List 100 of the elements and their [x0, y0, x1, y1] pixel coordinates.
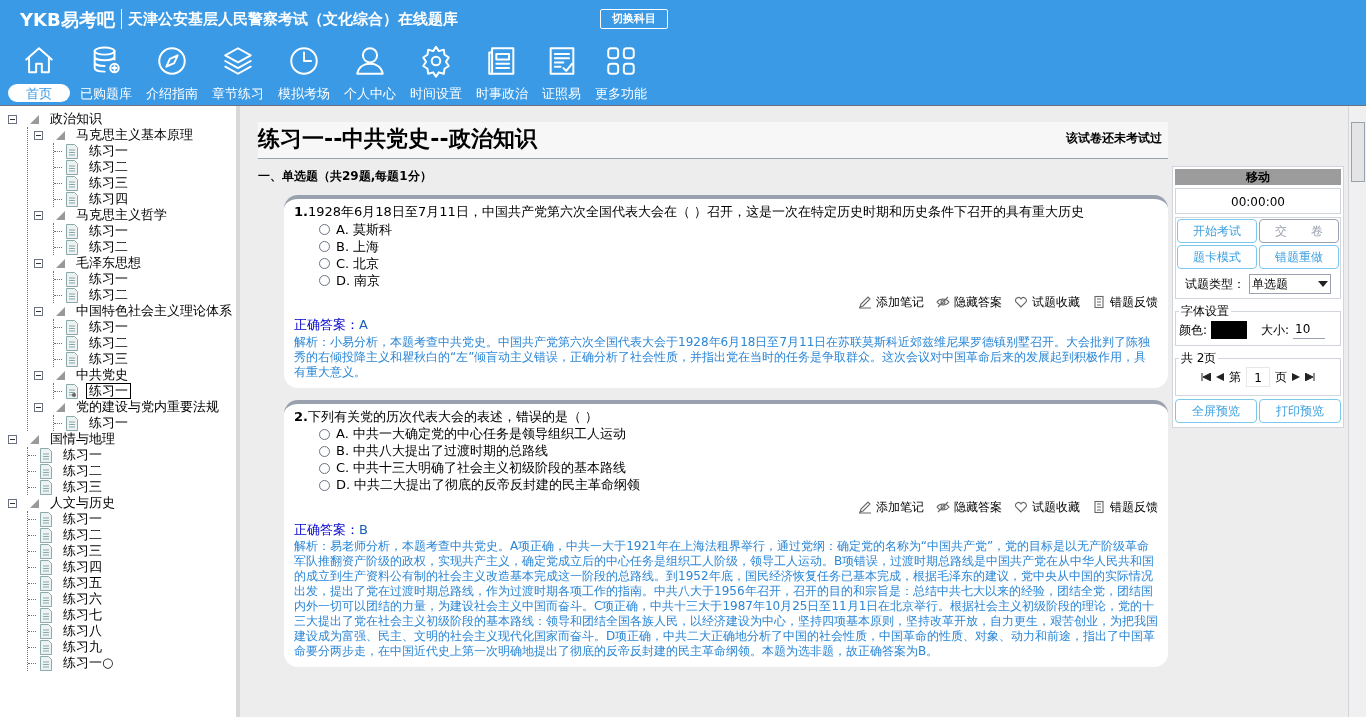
tree-item[interactable]: 练习一 [86, 223, 131, 239]
last-page-icon[interactable] [1305, 373, 1315, 381]
tree-item[interactable]: 练习二 [86, 239, 131, 255]
collapse-icon[interactable] [34, 258, 43, 268]
user-icon [353, 44, 387, 78]
tree-item[interactable]: 练习三 [60, 543, 105, 559]
report-icon [1092, 295, 1106, 309]
tool-link[interactable]: 错题反馈 [1092, 497, 1158, 516]
collapse-icon[interactable] [34, 370, 43, 380]
tree-item[interactable]: 人文与历史 [48, 493, 117, 513]
tree-item[interactable]: 毛泽东思想 [74, 253, 143, 273]
tool-link[interactable]: 试题收藏 [1014, 497, 1080, 516]
option-text[interactable]: B. 中共八大提出了过渡时期的总路线 [336, 441, 549, 461]
tree-item[interactable]: 党的建设与党内重要法规 [74, 397, 221, 417]
logo: YKB易考吧 [20, 7, 115, 32]
report-icon [1092, 499, 1106, 514]
collapse-icon[interactable] [34, 130, 43, 140]
type-select[interactable]: 单选题 [1249, 274, 1331, 294]
tree-item[interactable]: 练习一 [60, 511, 105, 527]
tree-item[interactable]: 练习一 [86, 271, 131, 287]
document-icon [66, 383, 78, 399]
heart-icon [1014, 499, 1028, 514]
tool-link[interactable]: 添加笔记 [858, 497, 924, 516]
tree-item[interactable]: 练习一○ [60, 655, 117, 671]
document-icon [40, 639, 52, 655]
tree-item[interactable]: 练习二 [86, 335, 131, 351]
tree-item[interactable]: 中国特色社会主义理论体系 [74, 301, 234, 321]
tree-item[interactable]: 中共党史 [74, 365, 130, 385]
radio-button[interactable] [319, 445, 330, 457]
tree-item[interactable]: 练习六 [60, 591, 105, 607]
document-icon [66, 271, 78, 287]
document-icon [66, 415, 78, 431]
radio-button[interactable] [319, 428, 330, 440]
folder-triangle-icon [55, 305, 66, 317]
document-icon [40, 575, 52, 591]
group-legend: 字体设置 [1179, 302, 1231, 320]
tree-item[interactable]: 练习二 [86, 287, 131, 303]
collapse-icon[interactable] [34, 306, 43, 316]
tool-link[interactable]: 添加笔记 [858, 293, 924, 311]
group-legend: 共 2页 [1179, 349, 1219, 367]
folder-triangle-icon [55, 401, 66, 413]
collapse-icon[interactable] [8, 114, 17, 124]
timer: 00:00:00 [1175, 188, 1341, 214]
previous-page-icon[interactable] [1216, 373, 1224, 381]
option-text[interactable]: A. 中共一大确定党的中心任务是领导组织工人运动 [336, 424, 626, 444]
folder-triangle-icon [29, 113, 40, 125]
document-icon [40, 655, 52, 671]
document-icon [66, 143, 78, 159]
tree-item[interactable]: 练习一 [86, 383, 131, 399]
type-label: 试题类型： [1185, 276, 1245, 293]
size-field[interactable]: 10 [1293, 320, 1326, 339]
tree-item[interactable]: 练习八 [60, 623, 105, 639]
eye-icon [936, 295, 950, 309]
radio-button[interactable] [319, 241, 330, 252]
tree-item[interactable]: 练习一 [86, 319, 131, 335]
document-icon [66, 175, 78, 191]
document-icon [40, 559, 52, 575]
tree-item[interactable]: 练习二 [60, 527, 105, 543]
move-bar[interactable]: 移动 [1175, 169, 1341, 185]
tool-link[interactable]: 隐藏答案 [936, 497, 1002, 516]
document-icon [40, 463, 52, 479]
radio-button[interactable] [319, 462, 330, 474]
tree-item[interactable]: 练习三 [86, 351, 131, 367]
tree-item[interactable]: 练习一 [86, 415, 131, 431]
next-page-icon[interactable] [1292, 373, 1300, 381]
tool-link[interactable]: 试题收藏 [1014, 293, 1080, 311]
question-text: 2.下列有关党的历次代表大会的表述，错误的是（ ） [294, 407, 600, 426]
radio-button[interactable] [319, 258, 330, 269]
page-field[interactable]: 1 [1246, 367, 1270, 387]
tool-link[interactable]: 错题反馈 [1092, 293, 1158, 311]
tree-item[interactable]: 练习三 [86, 175, 131, 191]
collapse-icon[interactable] [8, 498, 17, 508]
option-text[interactable]: D. 中共二大提出了彻底的反帝反封建的民主革命纲领 [336, 475, 641, 495]
tree-item[interactable]: 练习四 [86, 191, 131, 207]
scrollbar[interactable] [1348, 106, 1366, 717]
tree-item[interactable]: 练习九 [60, 639, 105, 655]
color-swatch[interactable] [1211, 320, 1248, 339]
tool-link[interactable]: 隐藏答案 [936, 293, 1002, 311]
exam-status: 该试卷还未考试过 [1066, 130, 1162, 147]
radio-button[interactable] [319, 224, 330, 235]
collapse-icon[interactable] [8, 434, 17, 444]
collapse-icon[interactable] [34, 402, 43, 412]
tree-item[interactable]: 练习七 [60, 607, 105, 623]
option-text[interactable]: C. 中共十三大明确了社会主义初级阶段的基本路线 [336, 458, 627, 478]
document-icon [40, 511, 52, 527]
tree-item[interactable]: 马克思主义哲学 [74, 205, 169, 225]
tree-item[interactable]: 练习一 [86, 143, 131, 159]
section-heading: 一、单选题（共29题,每题1分） [258, 168, 433, 185]
tree-item[interactable]: 练习四 [60, 559, 105, 575]
tree-item[interactable]: 练习二 [60, 463, 105, 479]
collapse-icon[interactable] [34, 210, 43, 220]
document-icon [66, 335, 78, 351]
radio-button[interactable] [319, 479, 330, 491]
tree-item[interactable]: 国情与地理 [48, 429, 117, 449]
tree-item[interactable]: 练习五 [60, 575, 105, 591]
tree-item[interactable]: 练习二 [86, 159, 131, 175]
tree-item[interactable]: 练习三 [60, 479, 105, 495]
tree-item[interactable]: 练习一 [60, 447, 105, 463]
first-page-icon[interactable] [1201, 373, 1211, 381]
radio-button[interactable] [319, 275, 330, 286]
